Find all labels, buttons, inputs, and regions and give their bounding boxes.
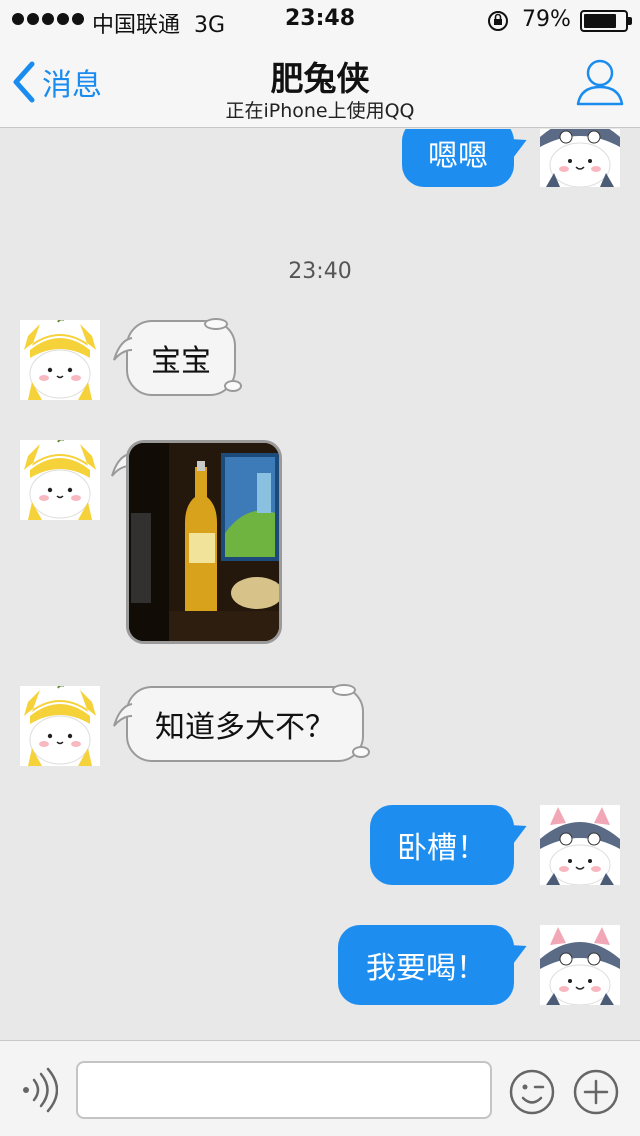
friend-avatar[interactable] — [20, 320, 100, 400]
plus-icon[interactable] — [572, 1068, 620, 1116]
message-text: 知道多大不？ — [155, 710, 335, 745]
input-bar — [0, 1040, 640, 1136]
photo-message[interactable] — [126, 440, 282, 644]
battery-icon — [580, 10, 632, 32]
message-bubble-outgoing[interactable]: 我要喝！ — [338, 925, 531, 1005]
status-bar: 中国联通 3G 23:48 79% — [0, 0, 640, 40]
chat-title: 肥兔侠 — [270, 59, 370, 98]
friend-avatar[interactable] — [20, 440, 100, 520]
battery-percent: 79% — [522, 7, 571, 32]
emoji-icon[interactable] — [508, 1068, 556, 1116]
message-text: 我要喝！ — [366, 951, 486, 986]
message-bubble-incoming[interactable]: 知道多大不？ — [113, 684, 370, 762]
nav-bar: 消息 肥兔侠 正在iPhone上使用QQ — [0, 40, 640, 128]
message-input[interactable] — [76, 1061, 492, 1119]
rotation-lock-icon — [488, 11, 508, 31]
my-avatar[interactable] — [540, 925, 620, 1005]
friend-avatar[interactable] — [20, 686, 100, 766]
profile-button[interactable] — [574, 56, 626, 108]
chat-subtitle: 正在iPhone上使用QQ — [225, 100, 415, 122]
message-bubble-outgoing[interactable]: 卧槽！ — [370, 805, 531, 885]
chat-area[interactable]: 嗯嗯 23:40 宝宝 知道多大不？ 卧槽！ 我要喝！ — [0, 129, 640, 1040]
message-text: 卧槽！ — [397, 831, 487, 866]
message-text: 嗯嗯 — [428, 139, 488, 174]
message-bubble-incoming[interactable]: 宝宝 — [113, 318, 242, 396]
voice-icon[interactable] — [18, 1067, 58, 1113]
my-avatar[interactable] — [540, 129, 620, 187]
my-avatar[interactable] — [540, 805, 620, 885]
message-timestamp: 23:40 — [288, 259, 352, 284]
message-bubble-outgoing[interactable]: 嗯嗯 — [402, 129, 531, 187]
message-text: 宝宝 — [151, 344, 211, 379]
